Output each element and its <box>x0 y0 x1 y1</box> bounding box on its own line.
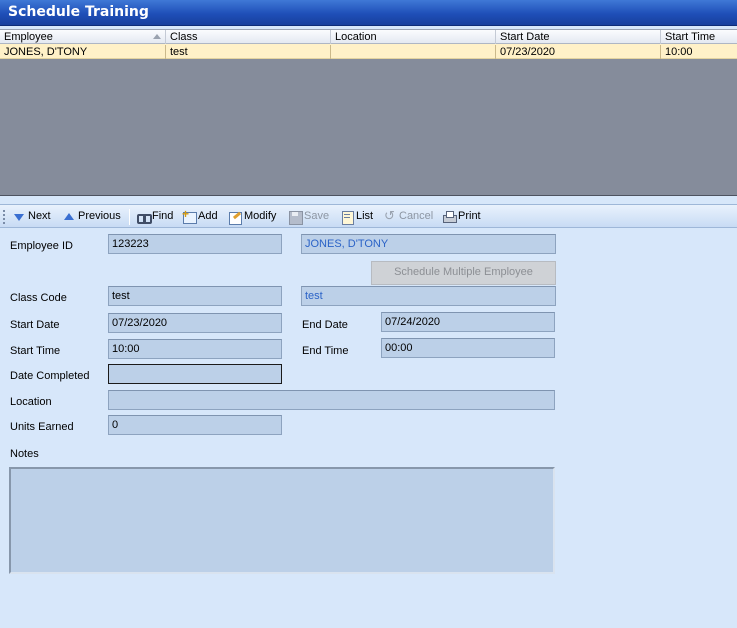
class-code-label: Class Code <box>10 292 67 304</box>
class-code-field[interactable]: test <box>108 286 282 306</box>
start-date-label: Start Date <box>10 319 60 331</box>
cancel-label: Cancel <box>399 210 434 222</box>
binoculars-icon <box>136 210 152 224</box>
units-earned-label: Units Earned <box>10 421 74 433</box>
start-time-field[interactable]: 10:00 <box>108 339 282 359</box>
cell-class: test <box>166 45 331 59</box>
units-earned-field[interactable]: 0 <box>108 415 282 435</box>
cell-employee: JONES, D'TONY <box>0 45 166 59</box>
previous-label: Previous <box>78 210 121 222</box>
column-header-class[interactable]: Class <box>166 30 331 44</box>
print-button[interactable]: Print <box>442 208 481 225</box>
toolbar-grip[interactable] <box>3 210 5 224</box>
date-completed-label: Date Completed <box>10 370 90 382</box>
table-row[interactable]: JONES, D'TONY test 07/23/2020 10:00 <box>0 44 737 59</box>
arrow-up-icon <box>62 210 76 224</box>
notes-label: Notes <box>10 448 39 460</box>
cell-start-date: 07/23/2020 <box>496 45 661 59</box>
end-time-label: End Time <box>302 345 349 357</box>
find-label: Find <box>152 210 174 222</box>
cancel-button[interactable]: Cancel <box>383 208 433 225</box>
next-button[interactable]: Next <box>12 208 51 225</box>
end-date-label: End Date <box>302 319 348 331</box>
date-completed-field[interactable] <box>108 364 282 384</box>
toolbar: Next Previous Find Add Modify Save List … <box>0 204 737 228</box>
sort-ascending-icon <box>153 34 161 39</box>
end-date-field[interactable]: 07/24/2020 <box>381 312 555 332</box>
end-time-field[interactable]: 00:00 <box>381 338 555 358</box>
printer-icon <box>442 210 457 224</box>
window-titlebar: Schedule Training <box>0 0 737 26</box>
start-time-label: Start Time <box>10 345 61 357</box>
undo-icon <box>383 208 397 225</box>
add-button[interactable]: Add <box>182 206 218 225</box>
location-label: Location <box>10 396 52 408</box>
column-header-start-date[interactable]: Start Date <box>496 30 661 44</box>
start-date-field[interactable]: 07/23/2020 <box>108 313 282 333</box>
employee-id-label: Employee ID <box>10 240 73 252</box>
cell-location <box>331 45 496 59</box>
print-label: Print <box>458 210 481 222</box>
column-header-employee[interactable]: Employee <box>0 30 166 44</box>
previous-button[interactable]: Previous <box>62 208 121 225</box>
employee-id-field[interactable]: 123223 <box>108 234 282 254</box>
edit-icon <box>228 210 242 225</box>
class-description-field[interactable]: test <box>301 286 556 306</box>
window-title: Schedule Training <box>8 4 149 20</box>
modify-label: Modify <box>244 210 277 222</box>
column-header-start-time[interactable]: Start Time <box>661 30 737 44</box>
next-label: Next <box>28 210 51 222</box>
list-button[interactable]: List <box>340 208 373 225</box>
list-icon <box>340 210 354 225</box>
find-button[interactable]: Find <box>136 208 173 225</box>
add-record-icon <box>182 206 197 224</box>
modify-button[interactable]: Modify <box>228 208 276 225</box>
employee-name-field[interactable]: JONES, D'TONY <box>301 234 556 254</box>
grid-header: Employee Class Location Start Date Start… <box>0 30 737 44</box>
toolbar-separator <box>129 209 130 225</box>
column-header-location[interactable]: Location <box>331 30 496 44</box>
arrow-down-icon <box>12 210 26 224</box>
floppy-disk-icon <box>288 210 303 225</box>
save-label: Save <box>304 210 330 222</box>
cell-start-time: 10:00 <box>665 46 693 58</box>
training-grid[interactable]: Employee Class Location Start Date Start… <box>0 29 737 196</box>
notes-textarea[interactable] <box>9 467 555 574</box>
save-button[interactable]: Save <box>288 208 329 225</box>
list-label: List <box>356 210 374 222</box>
add-label: Add <box>198 210 218 222</box>
schedule-multiple-employee-button[interactable]: Schedule Multiple Employee <box>371 261 556 285</box>
location-field[interactable] <box>108 390 555 410</box>
